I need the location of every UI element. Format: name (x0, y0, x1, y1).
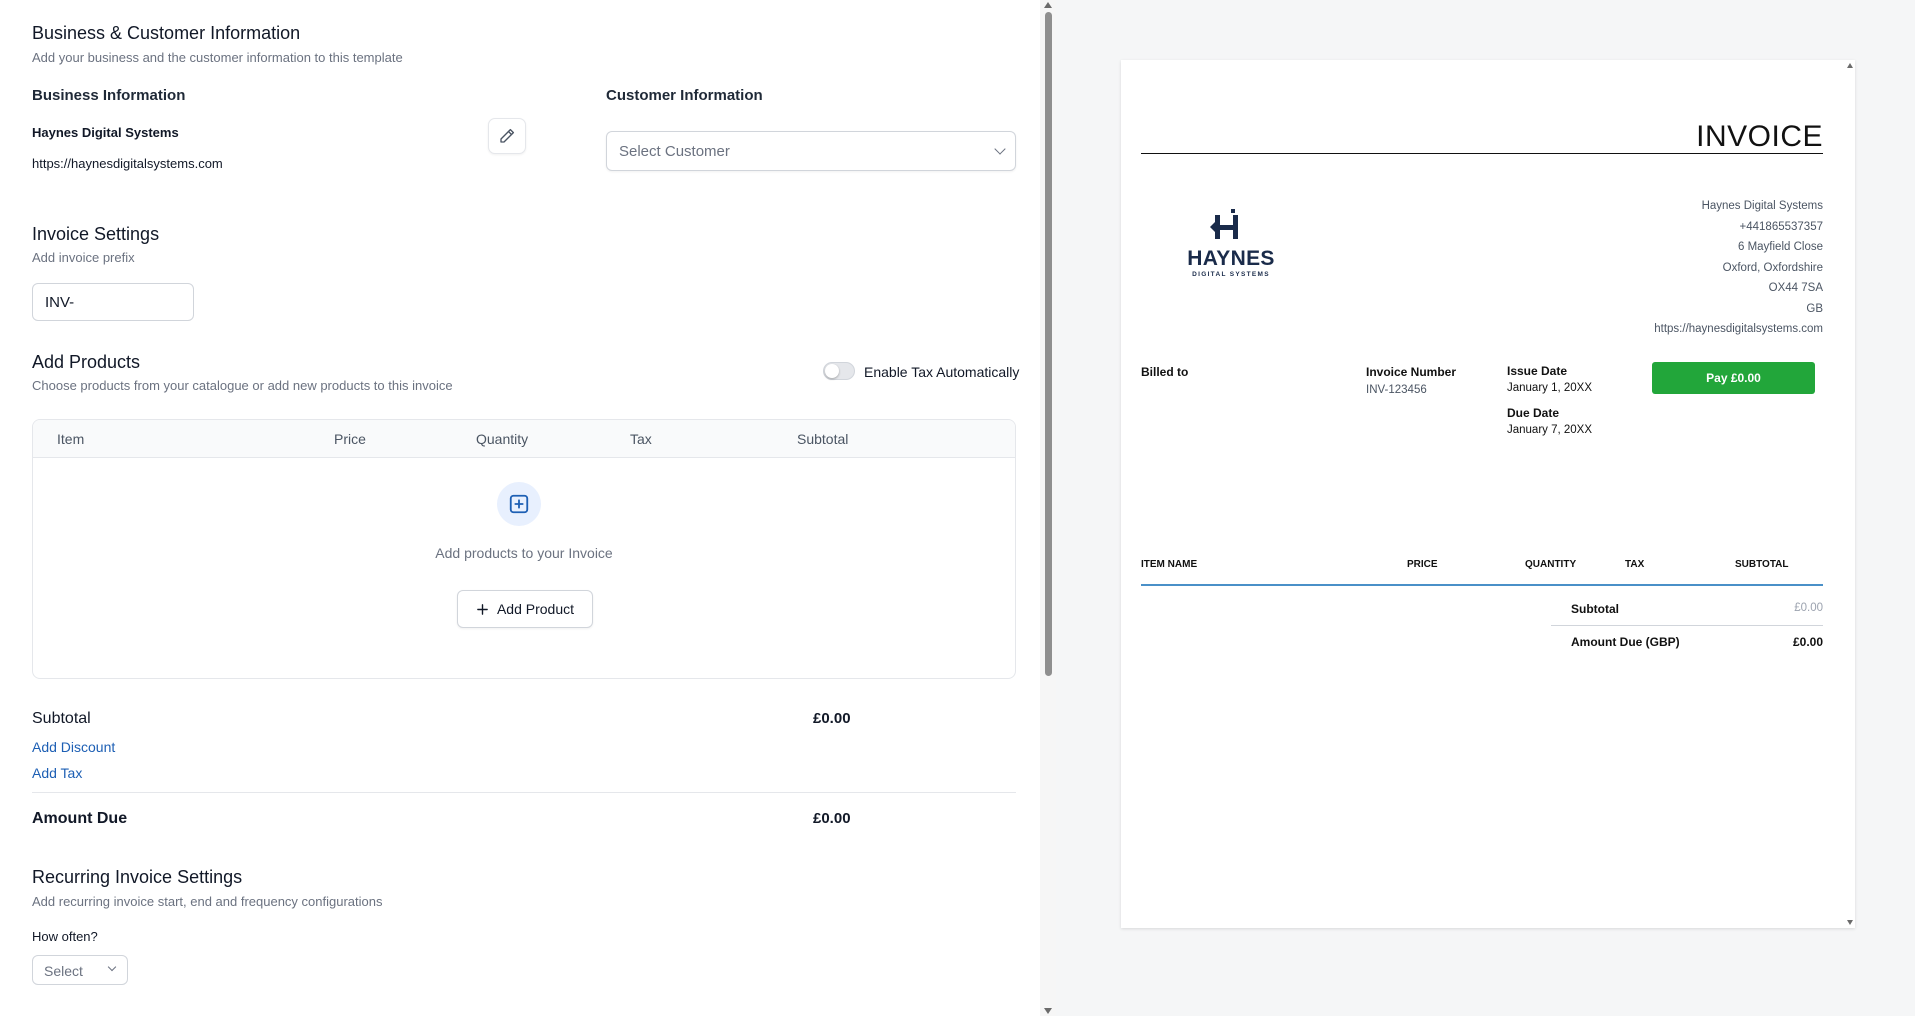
preview-amount-due-label: Amount Due (GBP) (1571, 635, 1680, 649)
issue-date-label: Issue Date (1507, 364, 1568, 378)
section-subtitle-recurring: Add recurring invoice start, end and fre… (32, 894, 383, 909)
plus-icon (477, 603, 488, 615)
col-subtotal: Subtotal (797, 431, 849, 447)
subtotal-label: Subtotal (32, 710, 91, 727)
col-tax: Tax (630, 431, 652, 447)
col-price: Price (334, 431, 366, 447)
customer-info-heading: Customer Information (606, 87, 763, 104)
business-info-heading: Business Information (32, 87, 186, 104)
how-often-label: How often? (32, 929, 98, 944)
section-subtitle-business-customer: Add your business and the customer infor… (32, 50, 403, 65)
enable-tax-label: Enable Tax Automatically (864, 364, 1020, 380)
products-table-header: Item Price Quantity Tax Subtotal (33, 420, 1015, 458)
invoice-prefix-input[interactable] (32, 283, 194, 321)
section-title-add-products: Add Products (32, 352, 141, 372)
preview-table-header-rule (1141, 584, 1823, 586)
form-scrollbar[interactable] (1040, 0, 1057, 1016)
sender-url: https://haynesdigitalsystems.com (1654, 323, 1823, 335)
form-scrollbar-thumb[interactable] (1045, 12, 1052, 676)
col-item: Item (57, 431, 85, 447)
invoice-title: INVOICE (1696, 120, 1823, 153)
preview-scroll-up-icon[interactable] (1847, 63, 1853, 68)
customer-select-placeholder: Select Customer (619, 143, 730, 160)
invoice-preview-document: INVOICE HAYNES DIGITAL SYSTEMS Haynes Di… (1121, 60, 1855, 928)
sender-city: Oxford, Oxfordshire (1722, 261, 1823, 274)
empty-products-text: Add products to your Invoice (435, 545, 613, 561)
edit-business-button[interactable] (488, 118, 526, 154)
issue-date-value: January 1, 20XX (1507, 382, 1593, 394)
sender-postcode: OX44 7SA (1768, 282, 1823, 294)
business-name: Haynes Digital Systems (32, 125, 179, 140)
billed-to-label: Billed to (1141, 365, 1189, 379)
enable-tax-toggle[interactable] (823, 362, 855, 380)
invoice-form-panel: Business & Customer Information Add your… (0, 0, 1040, 1016)
add-product-label: Add Product (496, 601, 575, 617)
frequency-select-placeholder: Select (44, 963, 83, 979)
invoice-number-label: Invoice Number (1366, 365, 1457, 379)
section-title-invoice-settings: Invoice Settings (32, 224, 160, 244)
amount-due-value: £0.00 (813, 810, 851, 827)
col-quantity: Quantity (476, 431, 529, 447)
sender-name: Haynes Digital Systems (1701, 200, 1823, 212)
sender-country: GB (1806, 302, 1823, 315)
sender-phone: +441865537357 (1739, 220, 1823, 233)
preview-subtotal-label: Subtotal (1571, 602, 1619, 616)
sender-street: 6 Mayfield Close (1737, 241, 1823, 253)
section-title-recurring: Recurring Invoice Settings (32, 867, 243, 887)
preview-col-quantity: QUANTITY (1525, 559, 1577, 570)
amount-due-label: Amount Due (32, 810, 128, 827)
section-subtitle-invoice-settings: Add invoice prefix (32, 250, 135, 265)
invoice-number-value: INV-123456 (1366, 384, 1427, 396)
frequency-select[interactable]: Select (32, 955, 128, 985)
pay-button[interactable]: Pay £0.00 (1652, 362, 1815, 394)
business-url: https://haynesdigitalsystems.com (32, 156, 223, 171)
section-title-business-customer: Business & Customer Information (32, 23, 301, 43)
logo-wordmark: HAYNES (1187, 247, 1275, 270)
scroll-down-arrow-icon[interactable] (1044, 1008, 1052, 1014)
preview-scroll-down-icon[interactable] (1847, 920, 1853, 925)
haynes-logo-mark-icon (1210, 209, 1238, 239)
subtotal-value: £0.00 (813, 710, 851, 727)
logo-subtext: DIGITAL SYSTEMS (1192, 271, 1270, 278)
invoice-title-rule (1141, 153, 1823, 154)
chevron-down-icon (994, 143, 1006, 155)
products-table: Item Price Quantity Tax Subtotal Add pro… (32, 419, 1016, 679)
preview-amount-due-value: £0.00 (1792, 635, 1823, 649)
preview-totals-rule (1551, 625, 1823, 626)
due-date-label: Due Date (1507, 406, 1560, 420)
preview-subtotal-value: £0.00 (1794, 602, 1823, 614)
due-date-value: January 7, 20XX (1507, 424, 1593, 436)
preview-col-subtotal: SUBTOTAL (1735, 559, 1789, 570)
add-products-illustration (497, 482, 541, 526)
section-subtitle-add-products: Choose products from your catalogue or a… (32, 378, 453, 393)
sender-address: Haynes Digital Systems +441865537357 6 M… (1654, 196, 1823, 340)
add-tax-link[interactable]: Add Tax (32, 765, 82, 781)
add-discount-link[interactable]: Add Discount (32, 739, 115, 755)
plus-square-icon (509, 494, 529, 514)
preview-col-tax: TAX (1625, 559, 1645, 570)
chevron-down-icon (107, 962, 117, 972)
customer-select[interactable]: Select Customer (606, 131, 1016, 171)
pencil-icon (500, 128, 515, 143)
preview-col-price: PRICE (1407, 559, 1438, 570)
toggle-knob (825, 364, 839, 378)
totals-divider (32, 792, 1016, 793)
preview-col-item-name: ITEM NAME (1141, 559, 1198, 570)
invoice-preview-panel: INVOICE HAYNES DIGITAL SYSTEMS Haynes Di… (1056, 0, 1915, 1016)
add-product-button[interactable]: Add Product (457, 590, 593, 628)
scroll-up-arrow-icon[interactable] (1044, 2, 1052, 8)
